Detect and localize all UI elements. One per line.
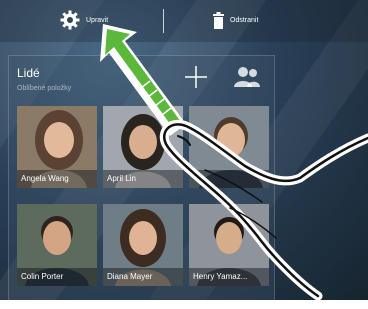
contact-tile[interactable]: April Lin [103,106,183,188]
add-icon[interactable] [185,66,207,88]
edit-action-bar: Upravit Odstranit [0,0,368,42]
contact-tile[interactable]: Henry Yamaz... [189,204,269,286]
contact-name: Henry Yamaz... [189,268,269,286]
trash-icon [213,11,224,29]
contact-tile[interactable] [189,106,269,188]
action-divider [163,9,164,33]
bottom-margin [0,300,368,309]
contact-tile[interactable]: Diana Mayer [103,204,183,286]
home-screen: Upravit Odstranit Lidé Oblíbené položky [0,0,368,302]
contact-tile[interactable]: Colin Porter [17,204,97,286]
remove-button[interactable]: Odstranit [213,9,258,31]
edit-button[interactable]: Upravit [60,9,108,31]
contact-tile[interactable]: Angela Wang [17,106,97,188]
people-icon[interactable] [233,66,261,88]
contact-name: Colin Porter [17,268,97,286]
contact-name: April Lin [103,170,183,188]
widget-subtitle: Oblíbené položky [17,85,72,92]
edit-label: Upravit [86,16,109,24]
gear-icon [60,10,80,30]
people-widget[interactable]: Lidé Oblíbené položky Angela Wang April … [8,55,275,302]
widget-title: Lidé [17,66,40,80]
contact-name: Angela Wang [17,170,97,188]
contact-name [189,170,269,188]
remove-label: Odstranit [230,16,259,24]
contact-name: Diana Mayer [103,268,183,286]
